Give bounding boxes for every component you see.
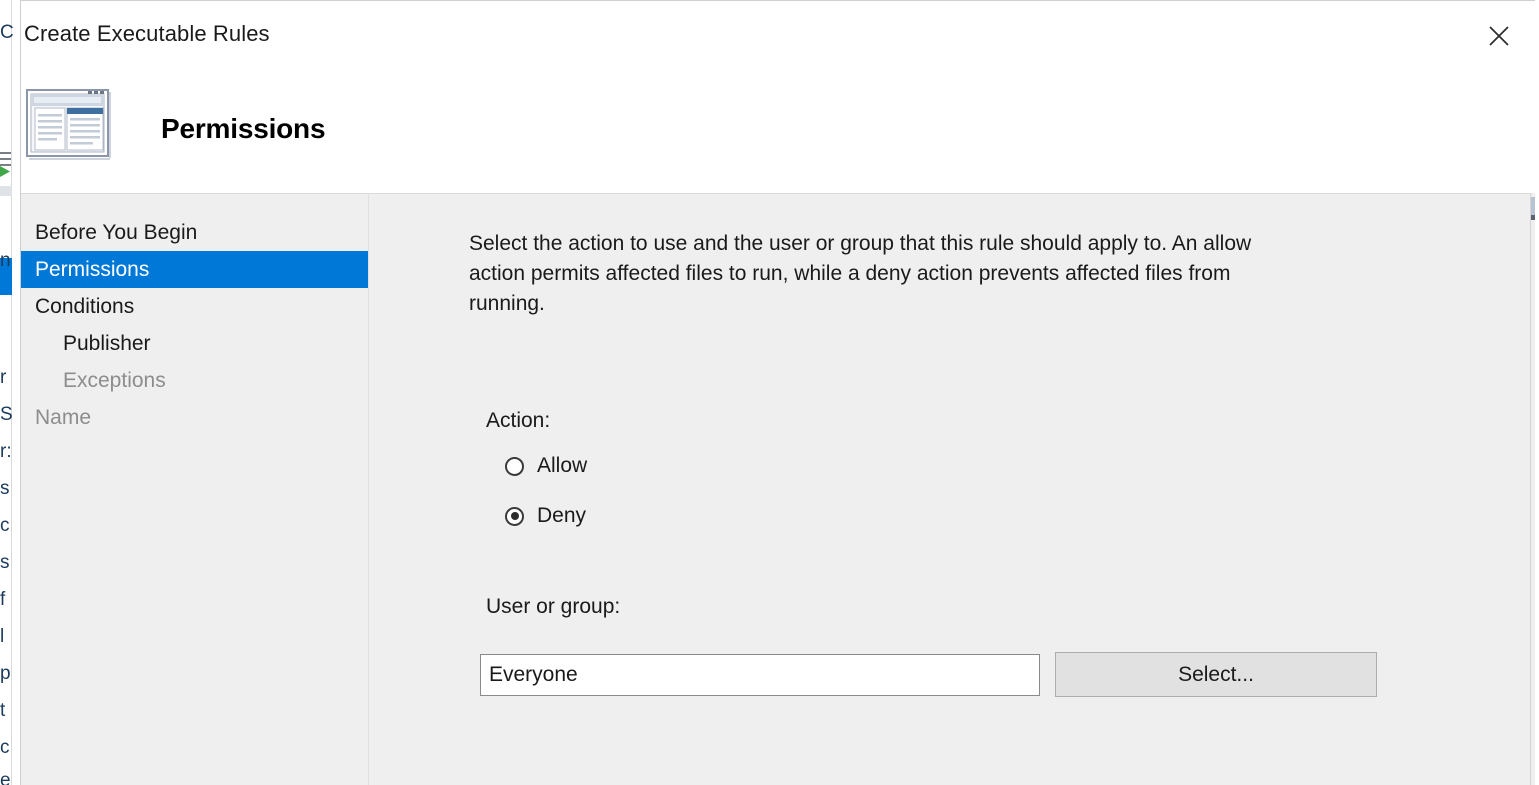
close-button[interactable]: [1476, 15, 1522, 57]
background-play-icon: [0, 166, 10, 177]
page-title: Permissions: [161, 113, 326, 144]
sidebar-item-conditions[interactable]: Conditions: [21, 288, 368, 325]
sidebar-item-name: Name: [35, 406, 92, 429]
background-text-fragment: e: [0, 770, 11, 785]
background-toolbar-line: [0, 152, 11, 154]
radio-option-deny[interactable]: Deny: [505, 504, 586, 528]
background-toolbar-line: [0, 158, 11, 160]
background-text-fragment: r: [0, 367, 7, 388]
close-icon: [1489, 26, 1509, 46]
background-text-fragment: l: [0, 626, 5, 647]
dialog-header: Create Executable Rules Permissions: [21, 1, 1535, 193]
background-toolbar-line: [0, 164, 11, 166]
background-text-fragment: s: [0, 478, 10, 499]
background-text-fragment: c: [0, 737, 10, 758]
sidebar-item-exceptions: Exceptions: [63, 369, 166, 392]
description-text: Select the action to use and the user or…: [469, 232, 1252, 315]
content-scrollbar-thumb[interactable]: [1531, 197, 1535, 215]
background-text-fragment: p: [0, 663, 11, 684]
content-scrollbar-marker: [1531, 215, 1535, 220]
background-row-band: [0, 186, 12, 196]
radio-deny-indicator: [505, 506, 524, 526]
content-scrollbar[interactable]: [1530, 193, 1535, 785]
background-text-fragment: t: [0, 700, 6, 721]
background-text-fragment: S: [0, 404, 13, 425]
select-button[interactable]: Select...: [1055, 652, 1377, 697]
wizard-window-icon: [26, 89, 113, 161]
background-text-fragment: c: [0, 515, 10, 536]
radio-deny-label: Deny: [537, 504, 587, 527]
wizard-step-sidebar: Before You Begin Permissions Conditions Pub…: [21, 193, 368, 785]
background-text-fragment: f: [0, 589, 6, 610]
background-window: C n r S r: s c s f l p t c e: [0, 0, 20, 785]
create-executable-rules-dialog: Create Executable Rules Permissions Befo…: [20, 0, 1535, 785]
content-panel: Select the action to use and the user or…: [369, 193, 1535, 785]
sidebar-item-publisher[interactable]: Publisher: [21, 325, 368, 362]
sidebar-item-permissions[interactable]: Permissions: [21, 251, 368, 288]
background-text-fragment: s: [0, 552, 10, 573]
background-text-fragment: C: [0, 22, 14, 43]
background-text-fragment: r:: [0, 441, 12, 462]
user-or-group-input[interactable]: [480, 654, 1040, 696]
radio-option-allow[interactable]: Allow: [505, 454, 587, 478]
window-title: Create Executable Rules: [24, 21, 270, 46]
background-text-fragment: n: [0, 250, 11, 271]
user-or-group-label: User or group:: [486, 595, 621, 618]
action-label: Action:: [486, 409, 551, 432]
wizard-step-list: Before You Begin Permissions Conditions Pub…: [21, 194, 368, 436]
radio-allow-label: Allow: [537, 454, 588, 477]
radio-allow-indicator: [505, 456, 524, 476]
sidebar-item-before-you-begin[interactable]: Before You Begin: [21, 214, 368, 251]
